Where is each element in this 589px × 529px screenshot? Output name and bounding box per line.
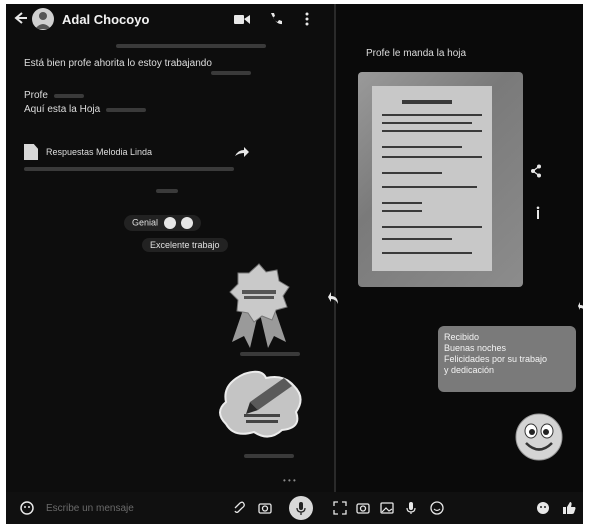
pencil-star-sticker-icon[interactable] bbox=[214, 366, 309, 441]
blurred-timestamp bbox=[244, 454, 294, 458]
contact-name[interactable]: Adal Chocoyo bbox=[62, 12, 149, 27]
emoji-icon[interactable] bbox=[20, 501, 34, 515]
smiley-emoji-icon bbox=[163, 217, 176, 229]
forward-icon[interactable] bbox=[235, 147, 249, 157]
blurred-timestamp bbox=[116, 44, 266, 48]
bubble-text-line: Buenas noches bbox=[444, 343, 507, 353]
worksheet-line bbox=[382, 210, 422, 212]
document-name[interactable]: Respuestas Melodia Linda bbox=[46, 147, 152, 157]
blurred-timestamp bbox=[106, 108, 146, 112]
gallery-icon[interactable] bbox=[380, 501, 394, 515]
phone-call-icon[interactable] bbox=[269, 12, 283, 26]
worksheet-line bbox=[382, 238, 452, 240]
message-text: Aquí esta la Hoja bbox=[24, 104, 101, 115]
reply-message: Genial bbox=[124, 215, 202, 231]
share-icon[interactable] bbox=[530, 164, 542, 178]
avatar[interactable] bbox=[32, 8, 54, 30]
blurred-timestamp bbox=[211, 71, 251, 75]
reply-message: Excelente trabajo bbox=[142, 238, 228, 252]
chat-header: Adal Chocoyo bbox=[6, 4, 336, 34]
attach-icon[interactable] bbox=[232, 501, 246, 515]
video-call-icon[interactable] bbox=[234, 14, 250, 25]
more-options-icon[interactable] bbox=[304, 11, 310, 27]
avatar-person-icon bbox=[35, 12, 51, 29]
worksheet-line bbox=[382, 186, 477, 188]
worksheet-line bbox=[382, 122, 472, 124]
worksheet-line bbox=[382, 156, 482, 158]
reply-text: Genial bbox=[132, 217, 159, 228]
reply-arrow-icon[interactable] bbox=[578, 302, 583, 312]
worksheet-line bbox=[382, 172, 442, 174]
message-text: Está bien profe ahorita lo estoy trabaja… bbox=[24, 58, 212, 69]
back-arrow-icon[interactable] bbox=[12, 10, 28, 26]
emoji-icon[interactable] bbox=[430, 501, 444, 515]
message-input[interactable]: Escribe un mensaje bbox=[46, 503, 134, 514]
thumbs-up-icon[interactable] bbox=[562, 501, 576, 515]
worksheet-paper bbox=[372, 86, 492, 271]
sticker-icon[interactable] bbox=[536, 501, 550, 515]
info-icon[interactable] bbox=[534, 206, 542, 220]
right-chat-pane: Profe le manda la hoja Recibido Buenas n… bbox=[336, 4, 583, 524]
blurred-timestamp bbox=[240, 352, 300, 356]
blurred-document-meta bbox=[24, 167, 234, 171]
worksheet-line bbox=[382, 202, 422, 204]
camera-icon[interactable] bbox=[258, 501, 272, 515]
message-text: Profe bbox=[24, 90, 48, 101]
blurred-timestamp bbox=[54, 94, 84, 98]
message-composer-bar: Escribe un mensaje bbox=[6, 492, 583, 524]
smiley-sticker-icon[interactable] bbox=[514, 412, 564, 462]
worksheet-line bbox=[382, 146, 462, 148]
worksheet-title-line bbox=[402, 100, 452, 104]
worksheet-line bbox=[382, 226, 482, 228]
reply-arrow-icon[interactable] bbox=[328, 292, 338, 304]
award-ribbon-sticker-icon[interactable] bbox=[224, 262, 294, 352]
blurred-separator bbox=[156, 189, 178, 193]
typing-indicator: • • • bbox=[283, 476, 296, 485]
expand-icon[interactable] bbox=[333, 501, 347, 515]
screenshot-frame: Adal Chocoyo Está bien profe ahorita lo … bbox=[6, 4, 583, 524]
reply-text: Excelente trabajo bbox=[150, 240, 220, 250]
outgoing-message-bubble: Recibido Buenas noches Felicidades por s… bbox=[438, 326, 576, 392]
worksheet-line bbox=[382, 114, 482, 116]
camera-icon[interactable] bbox=[356, 501, 370, 515]
bubble-text-line: y dedicación bbox=[444, 365, 495, 375]
microphone-icon[interactable] bbox=[404, 501, 418, 515]
bubble-text-line: Felicidades por su trabajo bbox=[444, 354, 548, 364]
left-chat-pane: Adal Chocoyo Está bien profe ahorita lo … bbox=[6, 4, 336, 524]
document-icon[interactable] bbox=[24, 144, 38, 160]
worksheet-line bbox=[382, 130, 482, 132]
photo-of-worksheet[interactable] bbox=[358, 72, 523, 287]
image-caption: Profe le manda la hoja bbox=[366, 48, 467, 59]
bubble-text-line: Recibido bbox=[444, 332, 480, 342]
smiley-emoji-icon bbox=[181, 217, 194, 229]
microphone-icon bbox=[296, 502, 306, 515]
voice-record-button[interactable] bbox=[289, 496, 313, 520]
worksheet-line bbox=[382, 252, 472, 254]
